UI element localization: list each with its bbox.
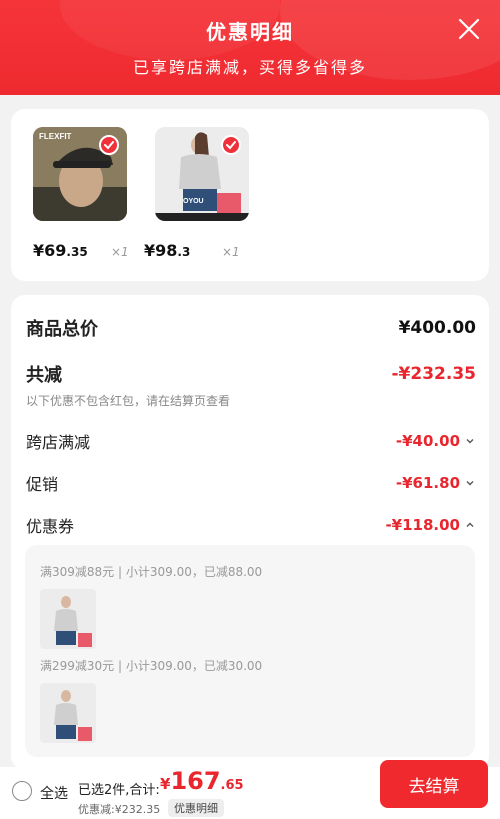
total-price-value: ¥400.00 — [398, 318, 476, 338]
coupon-label: 优惠券 — [26, 517, 75, 536]
cross-store-label: 跨店满减 — [26, 433, 91, 452]
svg-text:OYOU: OYOU — [183, 198, 204, 205]
select-all-radio[interactable] — [12, 781, 32, 801]
checkout-bar: 全选 已选2件,合计: ¥167.65 优惠减:¥232.35 优惠明细 去结算 — [0, 760, 500, 819]
selected-count-text: 已选2件,合计: — [78, 783, 160, 798]
chevron-down-icon[interactable] — [464, 435, 476, 447]
product-qty: ×1 — [111, 245, 129, 259]
coupon-row[interactable]: 优惠券 -¥118.00 — [26, 513, 476, 537]
reduce-label: 共减 — [26, 365, 62, 386]
cross-store-value: -¥40.00 — [395, 432, 460, 450]
checked-icon[interactable] — [221, 135, 241, 155]
close-icon[interactable] — [456, 16, 482, 42]
product-price: ¥98.3 — [144, 241, 191, 260]
product-qty: ×1 — [222, 245, 240, 259]
reduce-row: 共减 -¥232.35 — [26, 361, 476, 387]
reduce-value: -¥232.35 — [391, 364, 477, 384]
coupon-detail-line: 满299减30元 | 小计309.00，已减30.00 — [40, 659, 263, 673]
coupon-detail-line: 满309减88元 | 小计309.00，已减88.00 — [40, 565, 263, 579]
page-subtitle: 已享跨店满减，买得多省得多 — [132, 58, 367, 77]
coupon-product-thumbnail — [40, 683, 96, 743]
total-price-label: 商品总价 — [26, 319, 98, 340]
total-price-row: 商品总价 ¥400.00 — [26, 315, 476, 341]
coupon-value: -¥118.00 — [385, 516, 460, 534]
checkout-button[interactable]: 去结算 — [380, 760, 488, 808]
select-all-label[interactable]: 全选 — [40, 783, 68, 803]
promo-value: -¥61.80 — [395, 474, 460, 492]
product-thumbnail[interactable]: OYOU — [155, 127, 249, 221]
page-title: 优惠明细 — [206, 20, 294, 44]
product-thumbnail[interactable]: FLEXFIT — [33, 127, 127, 221]
checked-icon[interactable] — [99, 135, 119, 155]
promo-label: 促销 — [26, 475, 59, 494]
product-price: ¥69.35 — [33, 241, 88, 260]
coupon-detail-box: 满309减88元 | 小计309.00，已减88.00 满299减30元 | 小… — [25, 545, 475, 757]
chevron-up-icon[interactable] — [464, 519, 476, 531]
cross-store-row[interactable]: 跨店满减 -¥40.00 — [26, 429, 476, 453]
svg-text:FLEXFIT: FLEXFIT — [39, 132, 72, 141]
product-item[interactable]: FLEXFIT — [33, 127, 129, 221]
promo-row[interactable]: 促销 -¥61.80 — [26, 471, 476, 495]
product-list-card: FLEXFIT OYOU ¥69.35 ×1 ¥98.3 ×1 — [11, 109, 489, 281]
product-item[interactable]: OYOU — [155, 127, 251, 221]
discount-amount: 优惠减:¥232.35 — [78, 803, 161, 816]
coupon-product-thumbnail — [40, 589, 96, 649]
header: 优惠明细 已享跨店满减，买得多省得多 — [0, 0, 500, 95]
discount-summary-card: 商品总价 ¥400.00 共减 -¥232.35 以下优惠不包含红包，请在结算页… — [11, 295, 489, 770]
total-amount: ¥167.65 — [160, 767, 244, 795]
discount-note: 以下优惠不包含红包，请在结算页查看 — [26, 394, 231, 408]
chevron-down-icon[interactable] — [464, 477, 476, 489]
discount-detail-button[interactable]: 优惠明细 — [168, 799, 224, 817]
